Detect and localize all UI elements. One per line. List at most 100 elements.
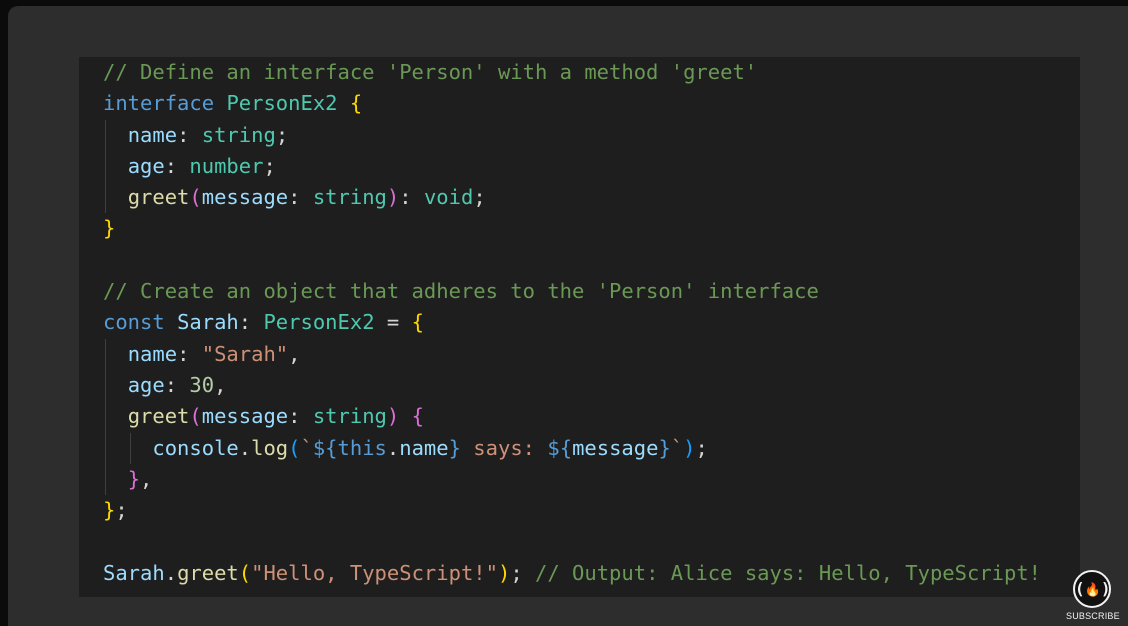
code-token: ( [189,185,202,210]
code-token: ) [386,404,400,429]
code-token: message [201,404,289,429]
indent-guide [105,338,106,370]
code-editor-panel: // Define an interface 'Person' with a m… [79,57,1080,597]
code-token: ( [189,404,202,429]
code-token: // Output: Alice says: Hello, TypeScript… [535,560,1042,585]
code-token: } [448,435,461,460]
code-token: . [164,560,178,585]
code-token: this [337,435,387,460]
code-token: message [201,185,289,210]
code-token: { [411,310,424,335]
code-token: interface [103,91,215,116]
code-token: { [349,91,363,116]
code-line: age: 30, [103,369,1041,402]
code-token: , [140,466,153,491]
code-line: greet(message: string): void; [103,182,1041,214]
code-token: : [399,185,424,210]
code-token: } [103,498,116,523]
indent-guide [105,432,106,464]
code-token: ` [670,435,684,460]
code-line: // Create an object that adheres to the … [103,276,1041,307]
code-token: . [238,435,252,460]
code-line: age: number; [103,150,1041,183]
indent-guide [105,463,106,496]
freecodecamp-flame-icon: (🔥) [1073,570,1111,608]
code-token: string [312,185,387,210]
indent-guide [105,119,106,151]
code-token: age [127,372,165,397]
code-token: 30 [189,372,215,397]
code-line: name: "Sarah", [103,338,1041,370]
code-token: number [189,153,264,178]
code-token: } [658,435,671,460]
code-token: message [572,435,659,460]
code-token: name [399,435,449,460]
code-token: string [201,122,276,147]
code-token: // Define an interface 'Person' with a m… [103,60,758,84]
code-token: ; [473,185,486,210]
code-token: ; [695,435,708,460]
code-token: ; [275,122,289,147]
indent-guide [129,432,131,464]
code-token: { [411,404,424,429]
code-token: ) [683,435,696,460]
code-token: const [103,310,165,335]
code-token: , [214,372,227,397]
code-token: "Hello, TypeScript!" [251,560,498,585]
code-line: }; [103,495,1041,526]
code-token: ; [510,560,535,585]
code-line: const Sarah: PersonEx2 = { [103,307,1041,338]
code-token: greet [127,404,190,429]
code-line: }, [103,463,1041,496]
code-token: age [127,153,165,178]
subscribe-label: SUBSCRIBE [1066,611,1120,621]
channel-logo[interactable]: (🔥) SUBSCRIBE [1066,570,1120,622]
indent-guide [105,401,106,433]
code-token: ${ [312,435,338,460]
code-line: interface PersonEx2 { [103,88,1041,119]
code-token: Sarah [103,560,165,585]
code-line: greet(message: string) { [103,401,1041,433]
code-token: = [374,310,412,335]
code-token: greet [127,185,190,210]
code-line: } [103,213,1041,244]
code-token: says: [460,435,548,460]
code-token: // Create an object that adheres to the … [103,279,819,304]
code-token: : [164,372,190,397]
code-token: ) [386,185,400,210]
code-token: PersonEx2 [226,91,338,116]
code-token: ; [115,498,128,523]
code-token: . [386,435,400,460]
code-token: } [103,216,116,241]
code-token: ( [288,435,301,460]
code-token: string [312,404,387,429]
code-token: : [238,310,264,335]
code-line: console.log(`${this.name} says: ${messag… [103,432,1041,464]
code-token: : [177,341,202,366]
code-token: log [251,435,289,460]
code-token: ${ [547,435,573,460]
code-token: PersonEx2 [263,310,375,335]
code-token: ; [263,153,276,178]
indent-guide [105,150,106,183]
code-block: // Define an interface 'Person' with a m… [103,57,1041,589]
code-line: // Define an interface 'Person' with a m… [103,57,1041,88]
code-token: } [127,466,141,491]
code-token: : [177,122,202,147]
code-token: "Sarah" [201,341,289,366]
code-token: , [288,341,301,366]
code-line: name: string; [103,119,1041,151]
